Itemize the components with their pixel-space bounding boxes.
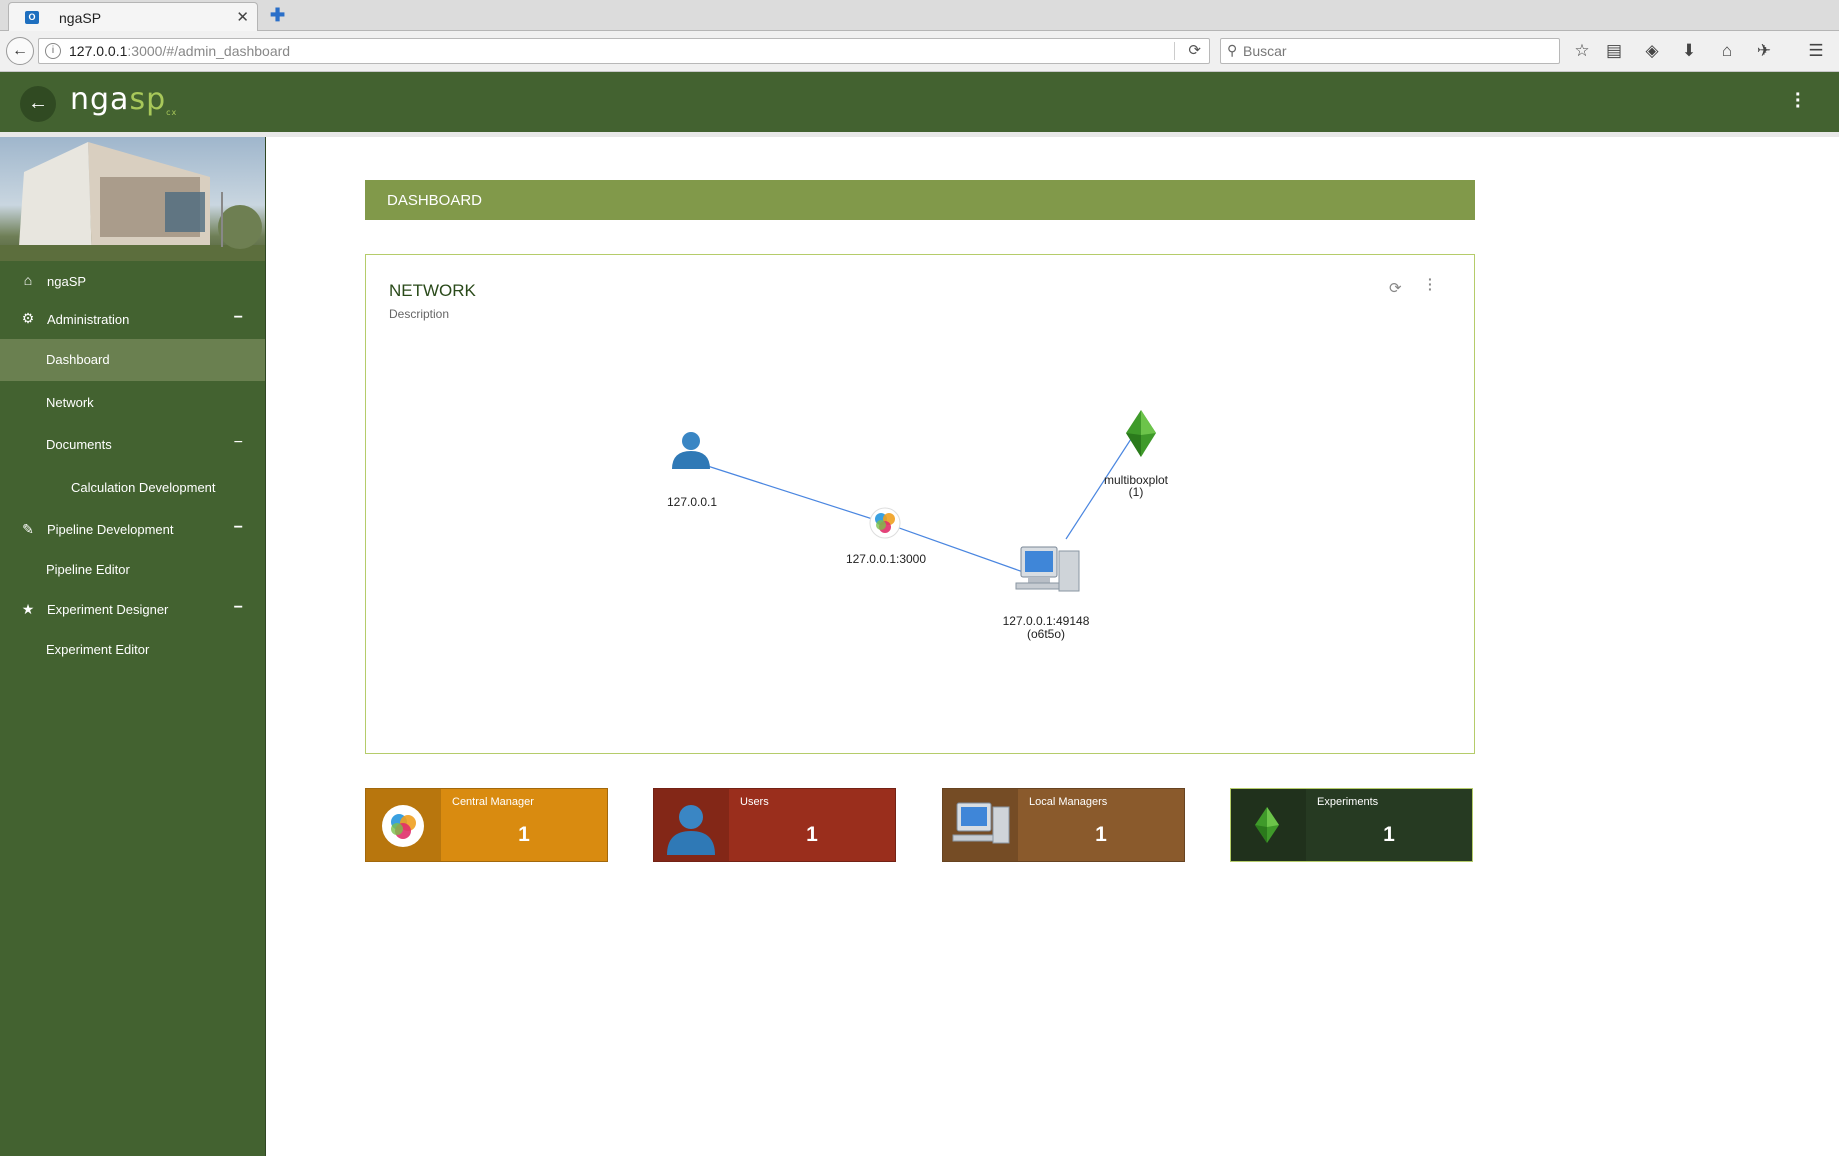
browser-tab[interactable]: O ngaSP ✕ xyxy=(8,2,258,32)
sidebar-item-label: Administration xyxy=(47,312,130,327)
building-image xyxy=(0,142,265,261)
browser-search-input[interactable]: ⚲ Buscar xyxy=(1220,38,1560,64)
central-manager-icon xyxy=(366,789,441,861)
sidebar: ⌂ ngaSP ⚙ Administration − Dashboard Net… xyxy=(0,137,266,1156)
hamburger-menu-icon[interactable]: ☰ xyxy=(1805,41,1827,61)
node-label-experiment-count: (1) xyxy=(1128,485,1144,499)
sidebar-item-label: Network xyxy=(46,395,94,410)
sidebar-item-label: Calculation Development xyxy=(71,480,216,495)
home-icon[interactable]: ⌂ xyxy=(1716,41,1738,61)
page-title: DASHBOARD xyxy=(387,192,483,209)
stat-card-users[interactable]: Users 1 xyxy=(653,788,896,862)
sidebar-item-calculation-development[interactable]: Calculation Development xyxy=(0,466,265,504)
sidebar-item-label: ngaSP xyxy=(47,274,87,289)
stat-value: 1 xyxy=(806,823,818,846)
user-icon xyxy=(654,789,729,861)
network-graph xyxy=(672,410,1156,592)
pocket-icon[interactable]: ◈ xyxy=(1641,41,1663,61)
sidebar-item-administration[interactable]: ⚙ Administration − xyxy=(0,301,265,339)
stat-label: Users xyxy=(740,796,769,808)
gear-icon: ⚙ xyxy=(21,310,35,326)
stat-label: Experiments xyxy=(1317,796,1379,808)
sidebar-item-pipeline-development[interactable]: ✎ Pipeline Development − xyxy=(0,508,265,546)
sidebar-item-dashboard[interactable]: Dashboard xyxy=(0,339,265,381)
url-text: 127.0.0.1:3000/#/admin_dashboard xyxy=(69,43,290,59)
app-back-button[interactable]: ← xyxy=(20,86,56,122)
sidebar-item-label: Pipeline Editor xyxy=(46,562,130,577)
sidebar-item-label: Experiment Designer xyxy=(47,602,169,617)
bookmark-star-icon[interactable]: ☆ xyxy=(1571,41,1593,61)
sidebar-item-experiment-editor[interactable]: Experiment Editor xyxy=(0,628,265,666)
stat-card-central-manager[interactable]: Central Manager 1 xyxy=(365,788,608,862)
pencil-icon: ✎ xyxy=(22,521,34,537)
new-tab-icon[interactable]: ✚ xyxy=(270,5,285,26)
stat-label: Central Manager xyxy=(452,796,534,808)
logo-main: nga xyxy=(70,82,130,117)
collapse-icon[interactable]: − xyxy=(234,434,243,452)
stat-card-experiments[interactable]: Experiments 1 xyxy=(1230,788,1473,862)
search-icon: ⚲ xyxy=(1227,42,1238,58)
extension-icon[interactable]: ✈ xyxy=(1753,41,1775,61)
network-card: NETWORK Description ⟳ · · · 127.0.0.1 12… xyxy=(365,254,1475,754)
collapse-icon[interactable]: − xyxy=(234,599,243,617)
sidebar-item-ngasp[interactable]: ⌂ ngaSP xyxy=(0,263,265,301)
collapse-icon[interactable]: − xyxy=(234,519,243,537)
collapse-icon[interactable]: − xyxy=(234,309,243,327)
sidebar-item-label: Pipeline Development xyxy=(47,522,174,537)
sidebar-item-experiment-designer[interactable]: ★ Experiment Designer − xyxy=(0,588,265,626)
link-user-central xyxy=(691,460,886,524)
experiment-node-icon xyxy=(1126,410,1156,457)
stat-label: Local Managers xyxy=(1029,796,1108,808)
experiment-icon xyxy=(1231,789,1306,861)
computer-node-icon xyxy=(1015,546,1080,592)
url-divider xyxy=(1174,42,1175,60)
sidebar-item-label: Documents xyxy=(46,437,112,452)
user-node-icon xyxy=(672,432,710,469)
search-placeholder: Buscar xyxy=(1243,43,1287,59)
stat-value: 1 xyxy=(1383,823,1395,846)
node-label-central: 127.0.0.1:3000 xyxy=(845,552,927,566)
stat-card-local-managers[interactable]: Local Managers 1 xyxy=(942,788,1185,862)
computer-icon xyxy=(943,789,1018,861)
sidebar-item-documents[interactable]: Documents − xyxy=(0,424,265,462)
app-header: ← ngaspcx · · · xyxy=(0,72,1839,132)
node-label-local-manager: 127.0.0.1:49148 xyxy=(1002,614,1090,628)
download-icon[interactable]: ⬇ xyxy=(1678,41,1700,61)
node-label-local-manager-id: (o6t5o) xyxy=(1026,627,1066,641)
tab-title: ngaSP xyxy=(59,10,102,26)
sidebar-item-network[interactable]: Network xyxy=(0,381,265,419)
url-host: 127.0.0.1 xyxy=(69,43,128,59)
app-logo[interactable]: ngaspcx xyxy=(70,82,177,117)
stat-value: 1 xyxy=(518,823,530,846)
reading-list-icon[interactable]: ▤ xyxy=(1603,41,1625,61)
logo-suffix: cx xyxy=(166,108,178,117)
dashboard-header: DASHBOARD xyxy=(365,180,1475,220)
tab-favicon-icon: O xyxy=(25,11,39,24)
star-icon: ★ xyxy=(21,601,35,617)
sidebar-banner-image xyxy=(0,137,265,261)
browser-tab-bar: O ngaSP ✕ ✚ xyxy=(0,0,1839,32)
sidebar-item-pipeline-editor[interactable]: Pipeline Editor xyxy=(0,548,265,586)
url-path: :3000/#/admin_dashboard xyxy=(127,43,291,59)
browser-nav-bar: ← i 127.0.0.1:3000/#/admin_dashboard ⟳ ⚲… xyxy=(0,31,1839,72)
stat-value: 1 xyxy=(1095,823,1107,846)
logo-accent: sp xyxy=(129,82,167,117)
browser-back-button[interactable]: ← xyxy=(6,37,34,65)
tab-close-icon[interactable]: ✕ xyxy=(236,8,249,26)
app-menu-icon[interactable]: · · · xyxy=(1795,85,1802,117)
home-icon: ⌂ xyxy=(23,272,33,288)
reload-icon[interactable]: ⟳ xyxy=(1188,41,1201,59)
sidebar-item-label: Experiment Editor xyxy=(46,642,150,657)
site-info-icon[interactable]: i xyxy=(45,43,61,59)
url-bar[interactable]: i 127.0.0.1:3000/#/admin_dashboard ⟳ xyxy=(38,38,1210,64)
node-label-user: 127.0.0.1 xyxy=(666,495,718,509)
central-manager-node-icon xyxy=(869,507,901,539)
header-divider xyxy=(0,132,1839,137)
sidebar-item-label: Dashboard xyxy=(46,352,110,367)
